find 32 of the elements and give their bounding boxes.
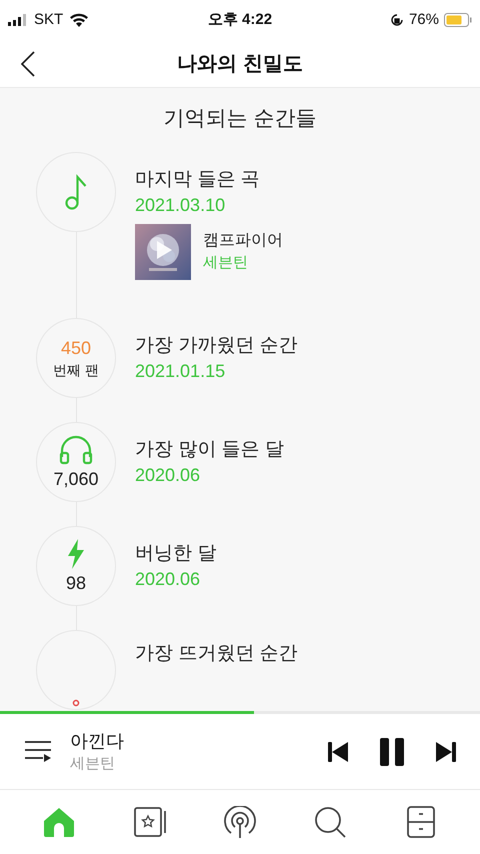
carrier-name: SKT [34,10,64,30]
moment-label: 가장 많이 들은 달 [135,438,284,462]
status-time: 오후 4:22 [206,10,274,30]
section-title: 기억되는 순간들 [164,106,316,132]
moment-label: 마지막 들은 곡 [135,168,261,192]
page-title: 나와의 친밀도 [177,52,303,76]
now-playing-title: 아낀다 [70,730,125,752]
pause-button[interactable] [380,738,404,766]
battery-percent: 76% [408,10,439,30]
music-note-icon [65,174,87,210]
moment-date: 2020.06 [135,568,202,591]
moment-date: 2020.06 [135,464,202,487]
moment-count: 98 [66,573,86,593]
next-button[interactable] [434,740,456,764]
signal-icon [8,14,28,26]
rotation-lock-icon [390,13,404,27]
moment-date: 2021.01.15 [135,360,226,383]
moment-label: 가장 가까웠던 순간 [135,334,298,358]
track-title: 캠프파이어 [203,231,283,251]
track-artist: 세븐틴 [203,253,249,273]
rank-caption: 번째 팬 [53,362,99,378]
moment-date: 2021.03.10 [135,194,226,217]
battery-icon [444,13,472,27]
now-playing-artist: 세븐틴 [70,754,116,774]
wifi-icon [69,13,90,27]
moment-count: 7,060 [53,469,99,489]
headphones-icon [58,435,94,465]
moment-label: 가장 뜨거웠던 순간 [135,642,298,666]
rank-number: 450 [60,338,92,358]
lightning-bolt-icon [67,539,85,569]
moment-label: 버닝한 달 [135,542,216,566]
previous-button[interactable] [328,740,350,764]
